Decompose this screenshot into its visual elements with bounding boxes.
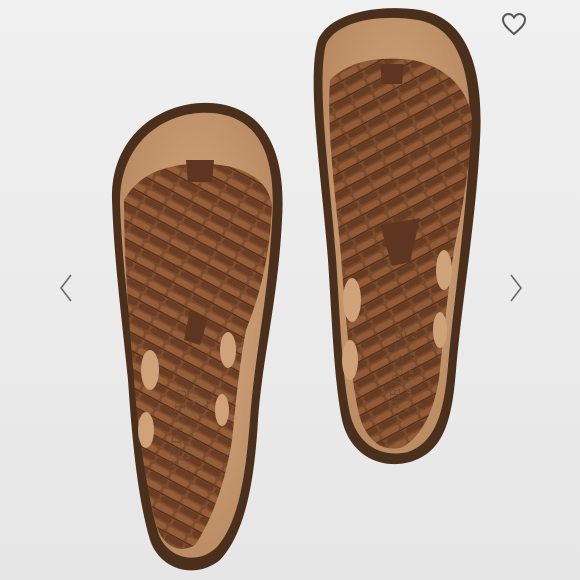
heart-outline-icon (501, 12, 527, 36)
product-image-viewer: BEDISTU HANDMADE IN MEXICO BEDISTU HANDM… (0, 0, 580, 580)
left-toe-tab (186, 160, 214, 182)
chevron-left-icon (59, 274, 72, 302)
right-sandal: BEDISTU HANDMADE IN MEXICO (313, 8, 481, 465)
chevron-right-icon (510, 274, 523, 302)
product-photo: BEDISTU HANDMADE IN MEXICO BEDISTU HANDM… (111, 8, 481, 571)
next-image-button[interactable] (498, 268, 534, 308)
right-toe-tab (380, 64, 404, 84)
like-button[interactable] (497, 8, 531, 40)
left-sandal: BEDISTU HANDMADE IN MEXICO (111, 102, 283, 571)
previous-image-button[interactable] (48, 268, 84, 308)
